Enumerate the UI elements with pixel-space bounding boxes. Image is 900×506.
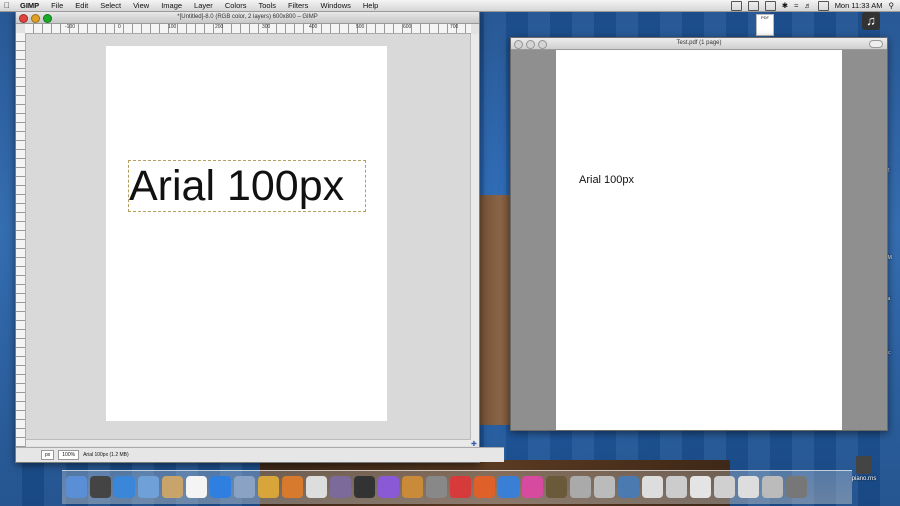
- window-thumbnail-icon[interactable]: [642, 476, 663, 498]
- ruler-label: 300: [262, 24, 271, 30]
- toolbar-toggle-button[interactable]: [869, 40, 883, 48]
- menu-file[interactable]: File: [45, 1, 69, 10]
- ruler-label: 700: [450, 24, 459, 30]
- text-layer[interactable]: Arial 100px: [128, 160, 366, 212]
- photo-icon[interactable]: [258, 476, 279, 498]
- vertical-scrollbar[interactable]: [470, 34, 479, 444]
- menu-bar:  GIMP File Edit Select View Image Layer…: [0, 0, 900, 12]
- folder-icon[interactable]: [594, 476, 615, 498]
- app-icon[interactable]: [330, 476, 351, 498]
- desktop-file-icon[interactable]: PDF: [756, 14, 774, 36]
- itunes-icon[interactable]: [210, 476, 231, 498]
- trash-icon[interactable]: [786, 476, 807, 498]
- menu-view[interactable]: View: [127, 1, 155, 10]
- mail-icon[interactable]: [138, 476, 159, 498]
- window-thumbnail-icon[interactable]: [714, 476, 735, 498]
- canvas-area[interactable]: Arial 100px: [26, 34, 471, 444]
- window-thumbnail-icon[interactable]: [738, 476, 759, 498]
- finder-icon[interactable]: [66, 476, 87, 498]
- system-preferences-icon[interactable]: [426, 476, 447, 498]
- ruler-label: 100: [168, 24, 177, 30]
- minimize-button[interactable]: [31, 14, 40, 23]
- status-menu-icon[interactable]: [747, 0, 759, 11]
- music-note-icon[interactable]: ♫: [862, 12, 880, 30]
- app-icon[interactable]: [282, 476, 303, 498]
- ruler-label: -100: [65, 24, 76, 30]
- dock: [62, 470, 852, 504]
- ruler-label: 600: [403, 24, 412, 30]
- app-icon[interactable]: [474, 476, 495, 498]
- gimp-status-bar: px 100% Arial 100px (1.2 MB): [16, 447, 504, 462]
- window-thumbnail-icon[interactable]: [690, 476, 711, 498]
- menu-help[interactable]: Help: [357, 1, 384, 10]
- preview-icon[interactable]: [234, 476, 255, 498]
- zoom-button[interactable]: [538, 40, 547, 49]
- app-icon[interactable]: [402, 476, 423, 498]
- menu-filters[interactable]: Filters: [282, 1, 314, 10]
- menu-layer[interactable]: Layer: [188, 1, 219, 10]
- unit-select[interactable]: px: [41, 450, 55, 460]
- menu-colors[interactable]: Colors: [219, 1, 253, 10]
- wifi-icon[interactable]: ≈: [794, 1, 798, 10]
- document-icon: [856, 456, 872, 474]
- menu-select[interactable]: Select: [94, 1, 127, 10]
- xcode-icon[interactable]: [498, 476, 519, 498]
- desktop-file-label: PDF: [761, 15, 769, 20]
- close-button[interactable]: [19, 14, 28, 23]
- menu-windows[interactable]: Windows: [314, 1, 356, 10]
- app-icon[interactable]: [378, 476, 399, 498]
- close-button[interactable]: [514, 40, 523, 49]
- ruler-label: 200: [215, 24, 224, 30]
- menu-tools[interactable]: Tools: [253, 1, 283, 10]
- address-book-icon[interactable]: [162, 476, 183, 498]
- menu-image[interactable]: Image: [155, 1, 188, 10]
- status-info: Arial 100px (1.2 MB): [83, 452, 129, 458]
- menu-edit[interactable]: Edit: [69, 1, 94, 10]
- pdf-preview-window: Test.pdf (1 page) Arial 100px: [510, 37, 888, 431]
- pdf-page[interactable]: Arial 100px: [556, 50, 842, 430]
- horizontal-ruler[interactable]: -100 0 100 200 300 400 500 600 700: [25, 24, 471, 34]
- folder-icon[interactable]: [618, 476, 639, 498]
- gimp-title-bar[interactable]: *[Untitled]-8.0 (RGB color, 2 layers) 60…: [16, 12, 479, 24]
- menu-app-name[interactable]: GIMP: [14, 1, 45, 10]
- volume-icon[interactable]: ♬: [804, 1, 812, 10]
- stack-icon[interactable]: [762, 476, 783, 498]
- status-menu-icon[interactable]: [764, 0, 776, 11]
- app-icon[interactable]: [570, 476, 591, 498]
- status-menu-icon[interactable]: [730, 0, 742, 11]
- pdf-window-title: Test.pdf (1 page): [676, 40, 722, 46]
- window-controls: [19, 14, 52, 23]
- ruler-label: 500: [356, 24, 365, 30]
- app-icon[interactable]: [522, 476, 543, 498]
- gimp-window-title: *[Untitled]-8.0 (RGB color, 2 layers) 60…: [177, 14, 318, 20]
- textedit-icon[interactable]: [306, 476, 327, 498]
- spotlight-icon[interactable]: ⚲: [889, 1, 895, 10]
- ruler-label: 400: [309, 24, 318, 30]
- zoom-select[interactable]: 100%: [58, 450, 80, 460]
- clock[interactable]: Mon 11:33 AM: [835, 1, 883, 10]
- pdf-page-text: Arial 100px: [579, 174, 635, 186]
- app-icon[interactable]: [450, 476, 471, 498]
- gimp-image-window: *[Untitled]-8.0 (RGB color, 2 layers) 60…: [15, 11, 504, 463]
- window-thumbnail-icon[interactable]: [666, 476, 687, 498]
- safari-icon[interactable]: [114, 476, 135, 498]
- bluetooth-icon[interactable]: ✱: [782, 1, 788, 10]
- gimp-icon[interactable]: [546, 476, 567, 498]
- zoom-button[interactable]: [43, 14, 52, 23]
- pdf-title-bar[interactable]: Test.pdf (1 page): [511, 38, 887, 50]
- image-canvas[interactable]: Arial 100px: [106, 46, 387, 421]
- desktop-file-piano[interactable]: piano.rns: [848, 456, 880, 482]
- menu-extras: ✱ ≈ ♬ Mon 11:33 AM ⚲: [730, 0, 900, 11]
- app-icon[interactable]: [354, 476, 375, 498]
- apple-menu-icon[interactable]: : [0, 1, 14, 10]
- minimize-button[interactable]: [526, 40, 535, 49]
- dashboard-icon[interactable]: [90, 476, 111, 498]
- window-controls: [514, 40, 547, 49]
- ruler-label: 0: [118, 24, 121, 30]
- horizontal-scrollbar[interactable]: [26, 439, 471, 446]
- vertical-ruler[interactable]: [16, 33, 26, 451]
- desktop-file-name: piano.rns: [851, 476, 877, 482]
- battery-icon[interactable]: [817, 0, 829, 11]
- calendar-icon[interactable]: [186, 476, 207, 498]
